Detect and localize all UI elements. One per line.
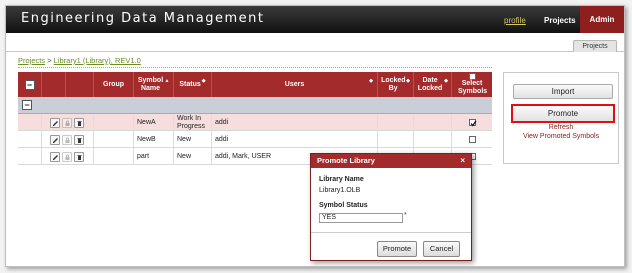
- column-header-users[interactable]: Users ◆: [212, 72, 378, 97]
- nav-admin-tab[interactable]: Admin: [580, 6, 624, 33]
- dialog-promote-button[interactable]: Promote: [377, 241, 417, 257]
- symbol-name-cell: NewB: [134, 131, 174, 148]
- breadcrumb-separator: >: [47, 56, 52, 65]
- column-header-date-locked[interactable]: Date Locked ◆: [414, 72, 452, 97]
- symbol-status-label: Symbol Status: [319, 202, 368, 209]
- collapse-all-cell: −: [18, 72, 42, 97]
- users-cell: addi: [212, 114, 378, 131]
- sort-icon: ◆: [406, 77, 410, 84]
- sort-icon: ◆: [444, 77, 448, 84]
- breadcrumb-divider: [18, 67, 492, 68]
- delete-icon[interactable]: [74, 151, 84, 162]
- view-promoted-symbols-link[interactable]: View Promoted Symbols: [504, 133, 618, 140]
- symbol-status-field[interactable]: YES: [319, 213, 403, 223]
- column-header-select-symbols: Select Symbols: [452, 72, 492, 97]
- import-button[interactable]: Import: [513, 84, 613, 99]
- sort-icon: ▲: [164, 77, 170, 84]
- sort-icon: ◆: [369, 78, 373, 84]
- collapse-all-button[interactable]: −: [24, 79, 35, 90]
- required-marker: *: [404, 212, 407, 219]
- select-all-checkbox[interactable]: [468, 73, 476, 80]
- actions-panel: Import Promote Refresh View Promoted Sym…: [503, 72, 619, 164]
- tab-row: Projects: [6, 33, 624, 52]
- dialog-title: Promote Library: [317, 156, 375, 165]
- column-header-symbol-name[interactable]: Symbol Name ▲: [134, 72, 174, 97]
- dialog-cancel-button[interactable]: Cancel: [423, 241, 460, 257]
- edit-icon[interactable]: [50, 134, 60, 145]
- grid-header: − Group Symbol Name ▲ Status ◆ Users ◆ Lock…: [18, 72, 492, 97]
- library-name-value: Library1.OLB: [319, 187, 361, 194]
- edit-icon[interactable]: [50, 117, 60, 128]
- status-cell: New: [174, 148, 212, 165]
- nav-projects-link[interactable]: Projects: [544, 16, 576, 25]
- row-actions: [42, 148, 94, 165]
- dialog-divider: [311, 232, 471, 233]
- status-cell: Work In Progress: [174, 114, 212, 131]
- lock-icon[interactable]: [62, 134, 72, 145]
- breadcrumb-projects-link[interactable]: Projects: [18, 56, 45, 65]
- locked-by-cell: [378, 114, 414, 131]
- column-header-group[interactable]: Group: [94, 72, 134, 97]
- actions-header: [42, 72, 66, 97]
- nav-profile-link[interactable]: profile: [504, 16, 526, 25]
- top-navigation-bar: Engineering Data Management profile Proj…: [6, 6, 624, 33]
- sort-icon: ◆: [201, 77, 206, 84]
- library-name-label: Library Name: [319, 176, 364, 183]
- row-actions: [42, 114, 94, 131]
- dialog-title-bar: Promote Library ×: [311, 154, 471, 168]
- promote-library-dialog: Promote Library × Library Name Library1.…: [310, 153, 472, 261]
- symbols-grid: − Group Symbol Name ▲ Status ◆ Users ◆ Lock…: [18, 72, 492, 165]
- table-row[interactable]: NewA Work In Progress addi: [18, 114, 492, 131]
- app-title: Engineering Data Management: [21, 11, 265, 26]
- select-symbol-checkbox[interactable]: [468, 136, 476, 143]
- tab-projects[interactable]: Projects: [573, 40, 617, 52]
- close-icon[interactable]: ×: [460, 154, 465, 168]
- status-cell: New: [174, 131, 212, 148]
- column-header-status[interactable]: Status ◆: [174, 72, 212, 97]
- delete-icon[interactable]: [74, 134, 84, 145]
- table-row[interactable]: NewB New addi: [18, 131, 492, 148]
- edit-icon[interactable]: [50, 151, 60, 162]
- locked-by-cell: [378, 131, 414, 148]
- refresh-link[interactable]: Refresh: [504, 124, 618, 131]
- select-symbol-checkbox[interactable]: [468, 119, 477, 127]
- collapse-group-button[interactable]: −: [22, 100, 32, 110]
- row-actions: [42, 131, 94, 148]
- symbol-name-cell: part: [134, 148, 174, 165]
- lock-icon[interactable]: [62, 151, 72, 162]
- group-row: −: [18, 97, 492, 114]
- date-locked-cell: [414, 114, 452, 131]
- users-cell: addi: [212, 131, 378, 148]
- date-locked-cell: [414, 131, 452, 148]
- app-window: Engineering Data Management profile Proj…: [5, 5, 625, 267]
- spacer-header: [66, 72, 94, 97]
- promote-button[interactable]: Promote: [511, 104, 615, 123]
- symbol-name-cell: NewA: [134, 114, 174, 131]
- column-header-locked-by[interactable]: Locked By ◆: [378, 72, 414, 97]
- delete-icon[interactable]: [74, 117, 84, 128]
- breadcrumb-library-link[interactable]: Library1 (Library), REV1.0: [54, 56, 141, 65]
- lock-icon[interactable]: [62, 117, 72, 128]
- breadcrumb: Projects > Library1 (Library), REV1.0: [18, 56, 141, 65]
